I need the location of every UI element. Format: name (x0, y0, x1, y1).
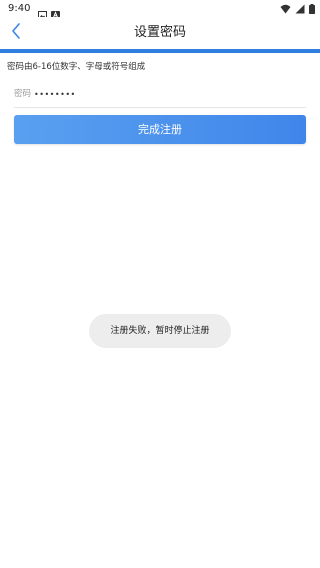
status-right (280, 3, 315, 14)
battery-icon (309, 0, 315, 18)
status-time: 9:40 (8, 3, 31, 14)
password-label: 密码 (14, 89, 32, 99)
app-notification-icon (51, 4, 60, 19)
status-bar: 9:40 (0, 0, 320, 19)
complete-registration-button[interactable]: 完成注册 (14, 115, 306, 144)
wifi-icon (280, 0, 291, 18)
page-title: 设置密码 (133, 25, 186, 40)
gallery-notification-icon (38, 4, 47, 19)
password-hint: 密码由6-16位数字、字母或符号组成 (7, 62, 146, 72)
screen: 9:40 设置密码 密码由6-16位数字、字母或符号组成 密码 ••••••••… (0, 0, 320, 568)
password-input[interactable] (34, 85, 304, 103)
back-button[interactable] (4, 21, 28, 45)
chevron-left-icon (11, 23, 21, 43)
password-field-row: 密码 (14, 83, 306, 108)
cellular-signal-icon (295, 0, 305, 18)
header-accent-bar (0, 49, 320, 53)
toast-message: 注册失败，暂时停止注册 (89, 314, 231, 348)
header: 设置密码 (0, 17, 320, 49)
